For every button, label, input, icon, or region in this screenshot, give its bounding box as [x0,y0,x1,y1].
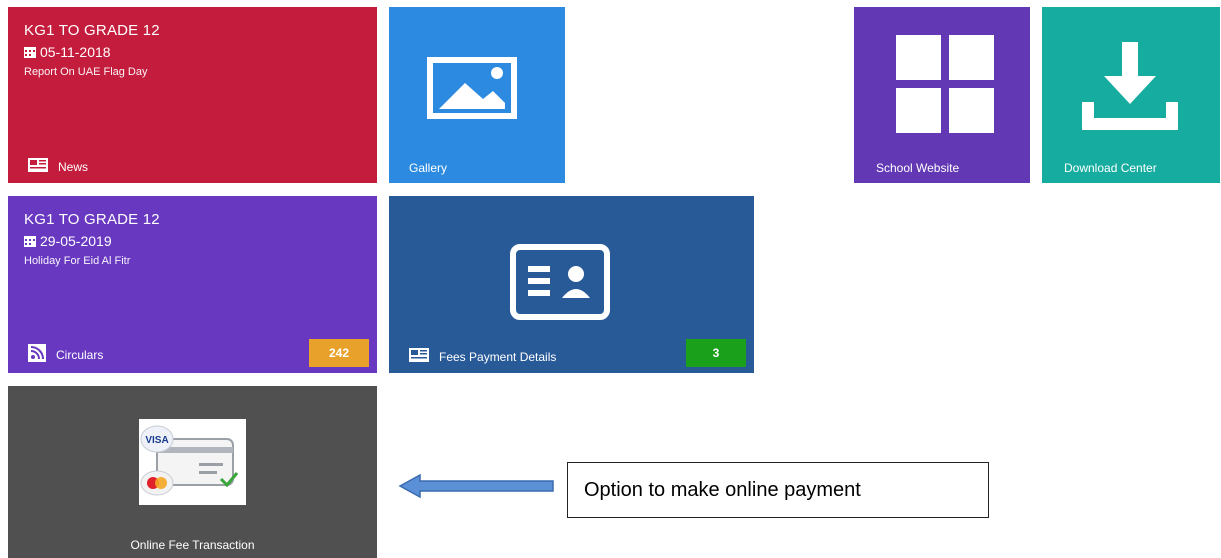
newspaper-icon [409,348,429,365]
image-icon [427,57,517,124]
fees-payment-details-tile[interactable]: Fees Payment Details 3 [389,196,754,373]
fees-payment-label: Fees Payment Details [439,349,557,364]
download-center-label: Download Center [1064,161,1157,175]
fees-count-badge: 3 [686,339,746,367]
news-label: News [58,159,89,174]
news-description: Report On UAE Flag Day [24,66,148,78]
news-date-row: 05-11-2018 [24,44,361,60]
credit-card-payment-icon: VISA [139,419,246,505]
calendar-icon [24,235,36,247]
online-fee-transaction-label: Online Fee Transaction [130,538,255,552]
circulars-date: 29-05-2019 [40,233,112,249]
circulars-label: Circulars [56,347,104,362]
id-card-icon [510,244,610,325]
newspaper-icon [28,158,48,175]
gallery-label: Gallery [409,161,448,175]
circulars-footer: Circulars [28,344,103,365]
circulars-date-row: 29-05-2019 [24,233,361,249]
grid-icon [896,35,994,138]
news-footer: News [28,158,88,175]
circulars-description: Holiday For Eid Al Fitr [24,255,131,267]
news-date: 05-11-2018 [40,44,111,60]
school-website-tile[interactable]: School Website [854,7,1030,183]
news-tile[interactable]: KG1 TO GRADE 12 05-11-2018 Report On UAE… [8,7,377,183]
rss-icon [28,344,46,365]
circulars-tile[interactable]: KG1 TO GRADE 12 29-05-2019 Holiday For E… [8,196,377,373]
download-icon [1082,42,1178,137]
annotation-text: Option to make online payment [584,478,861,501]
fees-footer: Fees Payment Details [409,348,556,365]
online-fee-transaction-tile[interactable]: VISA Online Fee Transaction [8,386,377,558]
left-arrow-icon [398,473,556,504]
gallery-tile[interactable]: Gallery [389,7,565,183]
circulars-title: KG1 TO GRADE 12 [24,211,160,228]
download-center-tile[interactable]: Download Center [1042,7,1220,183]
circulars-count-badge: 242 [309,339,369,367]
news-title: KG1 TO GRADE 12 [24,22,160,39]
visa-logo-text: VISA [145,435,168,446]
annotation-callout: Option to make online payment [567,462,989,518]
calendar-icon [24,46,36,58]
school-website-label: School Website [876,161,960,175]
